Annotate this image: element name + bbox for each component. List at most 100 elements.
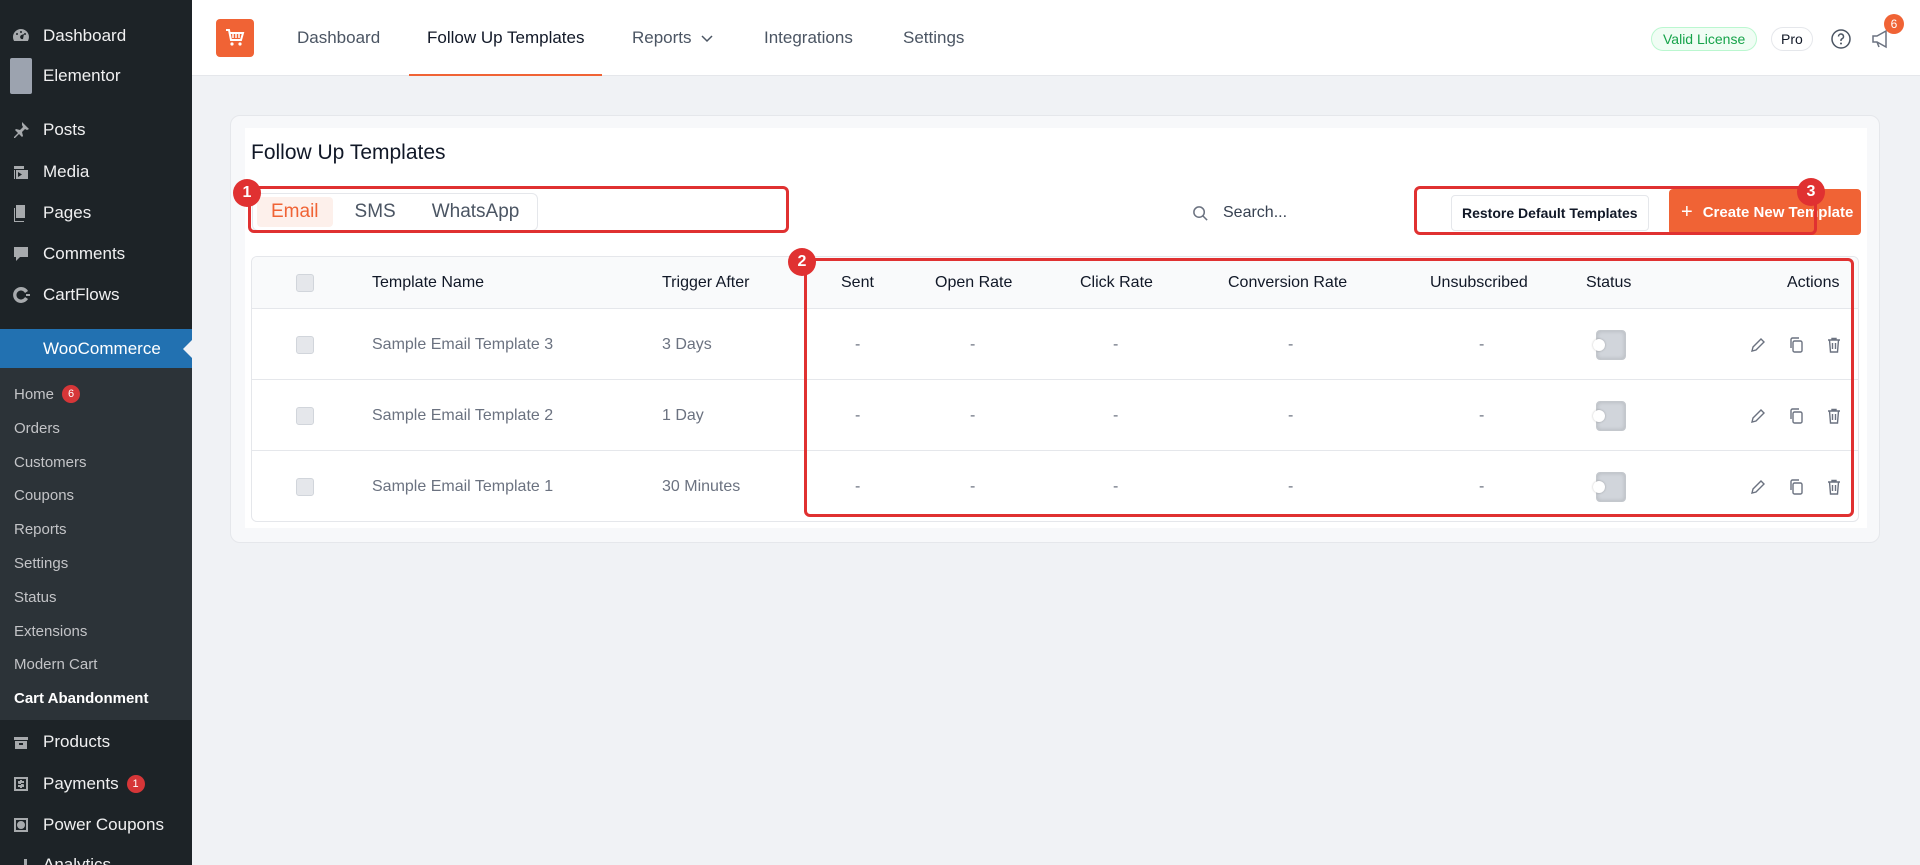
row-checkbox[interactable] xyxy=(296,477,314,496)
table-row: Sample Email Template 3 3 Days - - - - - xyxy=(252,309,1858,380)
payments-icon xyxy=(10,773,32,795)
create-new-template-button[interactable]: + Create New Template xyxy=(1669,189,1861,235)
status-toggle[interactable] xyxy=(1593,329,1626,360)
submenu-item-customers[interactable]: Customers xyxy=(14,450,87,474)
select-all-cell xyxy=(296,257,314,309)
row-checkbox[interactable] xyxy=(296,406,314,425)
sidebar-item-elementor[interactable]: Elementor xyxy=(0,56,192,96)
wp-admin-sidebar: Dashboard Elementor Posts Media Pages Co… xyxy=(0,0,192,865)
nav-settings[interactable]: Settings xyxy=(903,0,964,76)
th-unsubscribed[interactable]: Unsubscribed xyxy=(1430,257,1528,309)
sidebar-item-power-coupons[interactable]: Power Coupons xyxy=(0,805,192,845)
nav-dashboard[interactable]: Dashboard xyxy=(297,0,380,76)
th-trigger-after[interactable]: Trigger After xyxy=(662,257,749,309)
th-sent[interactable]: Sent xyxy=(841,257,874,309)
edit-icon[interactable] xyxy=(1747,334,1769,356)
row-select-cell xyxy=(296,380,314,451)
cart-logo-icon[interactable] xyxy=(216,19,254,57)
table-row: Sample Email Template 2 1 Day - - - - - xyxy=(252,380,1858,451)
woocommerce-submenu: Home 6 Orders Customers Coupons Reports S… xyxy=(0,368,192,720)
duplicate-icon[interactable] xyxy=(1785,476,1807,498)
submenu-item-settings[interactable]: Settings xyxy=(14,551,68,575)
table-row: Sample Email Template 1 30 Minutes - - -… xyxy=(252,451,1858,521)
sent-value: - xyxy=(855,335,861,353)
submenu-item-coupons[interactable]: Coupons xyxy=(14,483,74,507)
submenu-item-home[interactable]: Home 6 xyxy=(14,382,81,406)
sidebar-item-comments[interactable]: Comments xyxy=(0,234,192,274)
sidebar-item-label: Posts xyxy=(43,120,86,139)
trash-icon[interactable] xyxy=(1823,405,1845,427)
nav-integrations[interactable]: Integrations xyxy=(764,0,853,76)
nav-follow-up-templates[interactable]: Follow Up Templates xyxy=(408,0,604,76)
sidebar-item-label: Elementor xyxy=(43,66,121,85)
th-conversion-rate[interactable]: Conversion Rate xyxy=(1228,257,1347,309)
analytics-icon xyxy=(10,854,32,865)
help-icon[interactable] xyxy=(1830,28,1852,50)
actions-cell xyxy=(1731,380,1845,451)
click-rate-value: - xyxy=(1113,406,1119,424)
submenu-item-reports[interactable]: Reports xyxy=(14,517,67,541)
home-count-badge: 6 xyxy=(62,385,81,403)
duplicate-icon[interactable] xyxy=(1785,334,1807,356)
nav-reports[interactable]: Reports xyxy=(632,0,714,76)
row-checkbox[interactable] xyxy=(296,335,314,354)
th-open-rate[interactable]: Open Rate xyxy=(935,257,1012,309)
submenu-item-extensions[interactable]: Extensions xyxy=(14,619,87,643)
open-rate-value: - xyxy=(970,477,976,495)
trash-icon[interactable] xyxy=(1823,334,1845,356)
plan-badge: Pro xyxy=(1771,27,1813,51)
power-coupons-icon xyxy=(10,814,32,836)
search-box xyxy=(1192,198,1393,228)
sidebar-item-payments[interactable]: Payments 1 xyxy=(0,764,192,804)
template-name[interactable]: Sample Email Template 3 xyxy=(372,309,553,380)
page-title: Follow Up Templates xyxy=(251,141,446,164)
status-cell xyxy=(1593,309,1626,380)
select-all-checkbox[interactable] xyxy=(296,274,314,292)
submenu-item-orders[interactable]: Orders xyxy=(14,416,60,440)
submenu-item-modern-cart[interactable]: Modern Cart xyxy=(14,652,97,676)
edit-icon[interactable] xyxy=(1747,476,1769,498)
sidebar-item-analytics[interactable]: Analytics xyxy=(0,845,192,865)
row-select-cell xyxy=(296,309,314,380)
status-toggle[interactable] xyxy=(1593,400,1626,431)
sidebar-item-media[interactable]: Media xyxy=(0,152,192,192)
woo-icon xyxy=(10,338,32,360)
submenu-item-status[interactable]: Status xyxy=(14,585,57,609)
tab-whatsapp[interactable]: WhatsApp xyxy=(418,197,534,227)
notification-count-badge: 6 xyxy=(1884,14,1904,34)
sidebar-item-woocommerce[interactable]: WooCommerce xyxy=(0,329,192,369)
search-icon xyxy=(1193,205,1208,221)
tab-email[interactable]: Email xyxy=(257,197,333,227)
template-name[interactable]: Sample Email Template 1 xyxy=(372,451,553,521)
sidebar-item-dashboard[interactable]: Dashboard xyxy=(0,16,192,56)
restore-default-templates-button[interactable]: Restore Default Templates xyxy=(1451,195,1649,231)
search-input[interactable] xyxy=(1223,204,1393,222)
trigger-after: 3 Days xyxy=(662,335,712,353)
status-toggle[interactable] xyxy=(1593,471,1626,502)
click-rate-value: - xyxy=(1113,477,1119,495)
sidebar-item-products[interactable]: Products xyxy=(0,722,192,762)
actions-cell xyxy=(1731,451,1845,521)
duplicate-icon[interactable] xyxy=(1785,405,1807,427)
annotation-number-1: 1 xyxy=(233,179,261,207)
sidebar-item-posts[interactable]: Posts xyxy=(0,110,192,150)
submenu-item-cart-abandonment[interactable]: Cart Abandonment xyxy=(14,686,148,710)
sidebar-item-cartflows[interactable]: CartFlows xyxy=(0,275,192,315)
conversion-rate-value: - xyxy=(1288,477,1294,495)
sidebar-item-pages[interactable]: Pages xyxy=(0,193,192,233)
sidebar-item-label: Payments xyxy=(43,774,119,793)
sidebar-item-label: Comments xyxy=(43,244,126,263)
th-template-name[interactable]: Template Name xyxy=(372,257,484,309)
trash-icon[interactable] xyxy=(1823,476,1845,498)
unsubscribed-value: - xyxy=(1479,406,1485,424)
tab-sms[interactable]: SMS xyxy=(341,197,410,227)
table-header: Template Name Trigger After Sent Open Ra… xyxy=(252,257,1858,309)
th-click-rate[interactable]: Click Rate xyxy=(1080,257,1153,309)
template-name[interactable]: Sample Email Template 2 xyxy=(372,380,553,451)
sidebar-item-label: CartFlows xyxy=(43,285,120,304)
elementor-icon xyxy=(10,58,32,94)
click-rate-value: - xyxy=(1113,335,1119,353)
open-rate-value: - xyxy=(970,406,976,424)
edit-icon[interactable] xyxy=(1747,405,1769,427)
th-status[interactable]: Status xyxy=(1586,257,1631,309)
